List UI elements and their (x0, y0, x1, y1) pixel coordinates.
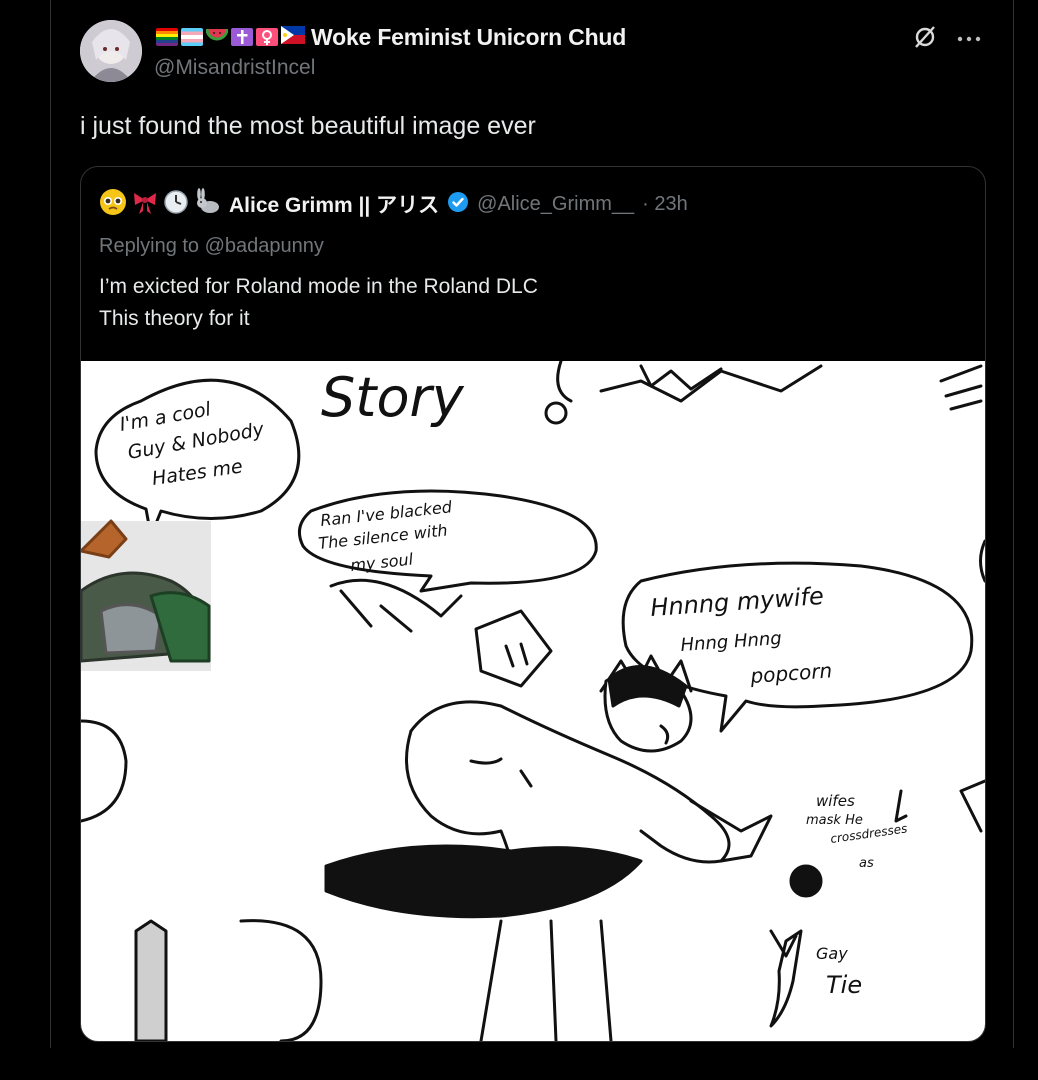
comic-drawing: Story I'm a cool Guy & Nobody Hates me R… (81, 361, 985, 1041)
quoted-replying-to: Replying to @badapunny (99, 235, 324, 258)
trans-flag-icon (181, 28, 203, 46)
quoted-tweet-card[interactable]: Alice Grimm || アリス @Alice_Grimm__ · 23h … (80, 166, 986, 1042)
note2-line-1: Gay (816, 944, 848, 963)
reply-prefix: Replying to (99, 235, 205, 257)
author-name-row: Woke Feminist Unicorn Chud (156, 22, 626, 52)
quoted-display-name[interactable]: Alice Grimm || アリス (229, 189, 439, 219)
watermelon-icon (205, 26, 229, 49)
quoted-header: Alice Grimm || アリス @Alice_Grimm__ · 23h (99, 187, 688, 221)
tweet-text: i just found the most beautiful image ev… (80, 112, 536, 140)
rabbit-icon (193, 187, 221, 221)
note1-line-1: wifes (816, 792, 855, 810)
drawing-story-title: Story (321, 366, 465, 429)
bubble3-line-3: popcorn (749, 658, 833, 688)
tweet-top-actions (912, 24, 982, 55)
quoted-text-line-1: I’m exicted for Roland mode in the Rolan… (99, 275, 538, 298)
verified-badge-icon (447, 191, 469, 218)
quoted-text-line-2: This theory for it (99, 307, 250, 330)
pleading-face-icon (99, 188, 127, 221)
note2-line-2: Tie (826, 971, 862, 999)
more-options-icon[interactable] (956, 31, 982, 49)
quoted-emoji-row (99, 187, 221, 221)
grok-icon[interactable] (912, 24, 938, 55)
cross-icon (231, 28, 253, 46)
quoted-handle[interactable]: @Alice_Grimm__ (477, 193, 634, 216)
quoted-media-image[interactable]: Story I'm a cool Guy & Nobody Hates me R… (81, 361, 985, 1041)
note1-line-2: mask He (806, 813, 863, 828)
author-emoji-row (156, 25, 305, 49)
ribbon-icon (131, 188, 159, 221)
quoted-text: I’m exicted for Roland mode in the Rolan… (99, 271, 538, 335)
author-handle[interactable]: @MisandristIncel (154, 56, 315, 80)
author-avatar[interactable] (80, 20, 142, 82)
bubble3-line-1: Hnnng mywife (649, 582, 824, 622)
quoted-timestamp[interactable]: · 23h (642, 193, 688, 216)
clock-icon (163, 189, 189, 220)
bubble2-line-3: my soul (349, 549, 414, 575)
note1-line-4: as (859, 856, 874, 871)
rainbow-flag-icon (156, 28, 178, 46)
author-display-name[interactable]: Woke Feminist Unicorn Chud (311, 24, 626, 51)
avatar-image (80, 20, 142, 82)
reply-to-handle[interactable]: @badapunny (205, 235, 324, 257)
philippines-flag-icon (281, 25, 305, 49)
bubble1-line-3: Hates me (151, 455, 244, 489)
female-sign-icon (256, 28, 278, 46)
bubble3-line-2: Hnng Hnng (680, 628, 782, 656)
